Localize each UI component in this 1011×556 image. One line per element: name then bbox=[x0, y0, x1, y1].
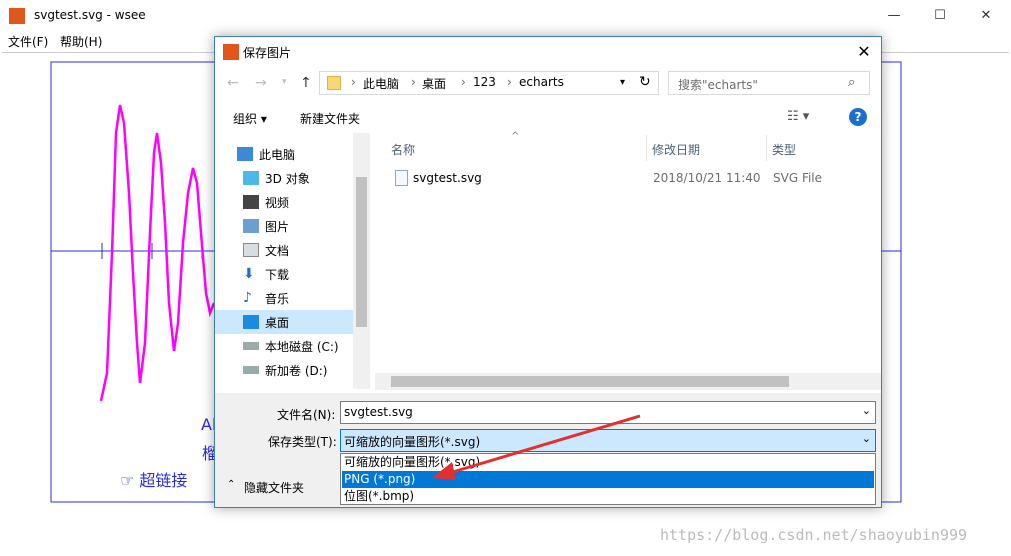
arrowhead-icon bbox=[432, 462, 456, 480]
watermark: https://blog.csdn.net/shaoyubin999 bbox=[660, 526, 968, 544]
red-annotation-arrow bbox=[445, 414, 641, 476]
annotation-overlay bbox=[432, 414, 641, 480]
